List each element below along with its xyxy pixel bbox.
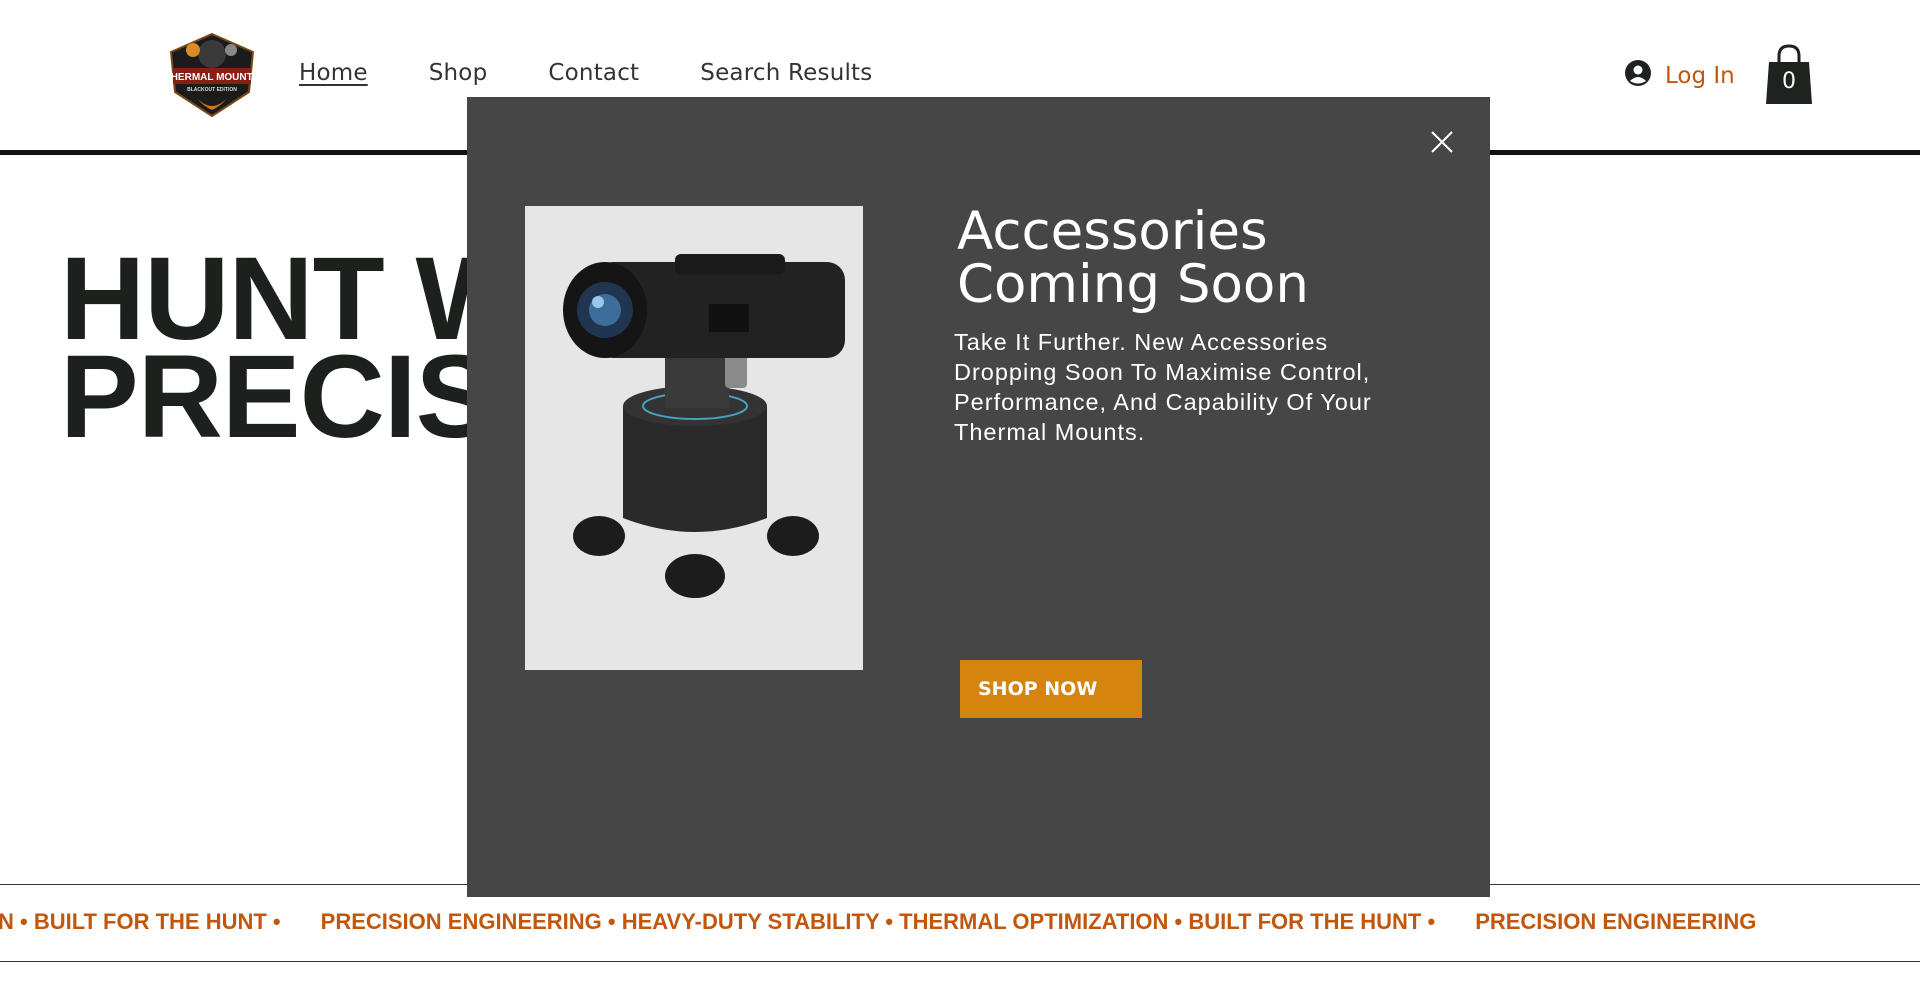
ticker-item: PRECISION ENGINEERING • HEAVY-DUTY STABI… — [320, 909, 1436, 934]
nav-home[interactable]: Home — [299, 60, 368, 86]
accessories-popup: Accessories Coming Soon Take It Further.… — [467, 97, 1490, 897]
login-button[interactable]: Log In — [1625, 60, 1735, 91]
ticker-item: PRECISION ENGINEERING — [1475, 909, 1757, 934]
login-label: Log In — [1665, 62, 1735, 89]
shop-now-button[interactable]: SHOP NOW — [960, 660, 1142, 718]
popup-body-text: Take It Further. New Accessories Droppin… — [954, 329, 1372, 445]
ticker-item: N • BUILT FOR THE HUNT • — [0, 909, 281, 934]
main-nav: Home Shop Contact Search Results — [299, 60, 872, 86]
thermal-mounts-logo[interactable]: THERMAL MOUNTS BLACKOUT EDITION — [163, 30, 261, 120]
nav-contact[interactable]: Contact — [548, 60, 639, 86]
popup-title-line-1: Accessories — [957, 201, 1268, 262]
logo-sub-text: BLACKOUT EDITION — [187, 87, 237, 93]
popup-title: Accessories Coming Soon — [957, 205, 1377, 311]
nav-search-results[interactable]: Search Results — [700, 60, 872, 86]
nav-shop[interactable]: Shop — [429, 60, 488, 86]
user-avatar-icon — [1625, 60, 1651, 91]
logo-main-text: THERMAL MOUNTS — [165, 72, 260, 83]
product-image — [525, 206, 863, 670]
ticker-track: N • BUILT FOR THE HUNT • PRECISION ENGIN… — [0, 909, 1756, 935]
shopping-bag-icon — [1763, 44, 1815, 110]
cart-count: 0 — [1782, 69, 1796, 94]
popup-title-line-2: Coming Soon — [957, 254, 1309, 315]
close-icon[interactable] — [1430, 130, 1454, 154]
cart-button[interactable]: 0 — [1763, 44, 1815, 106]
